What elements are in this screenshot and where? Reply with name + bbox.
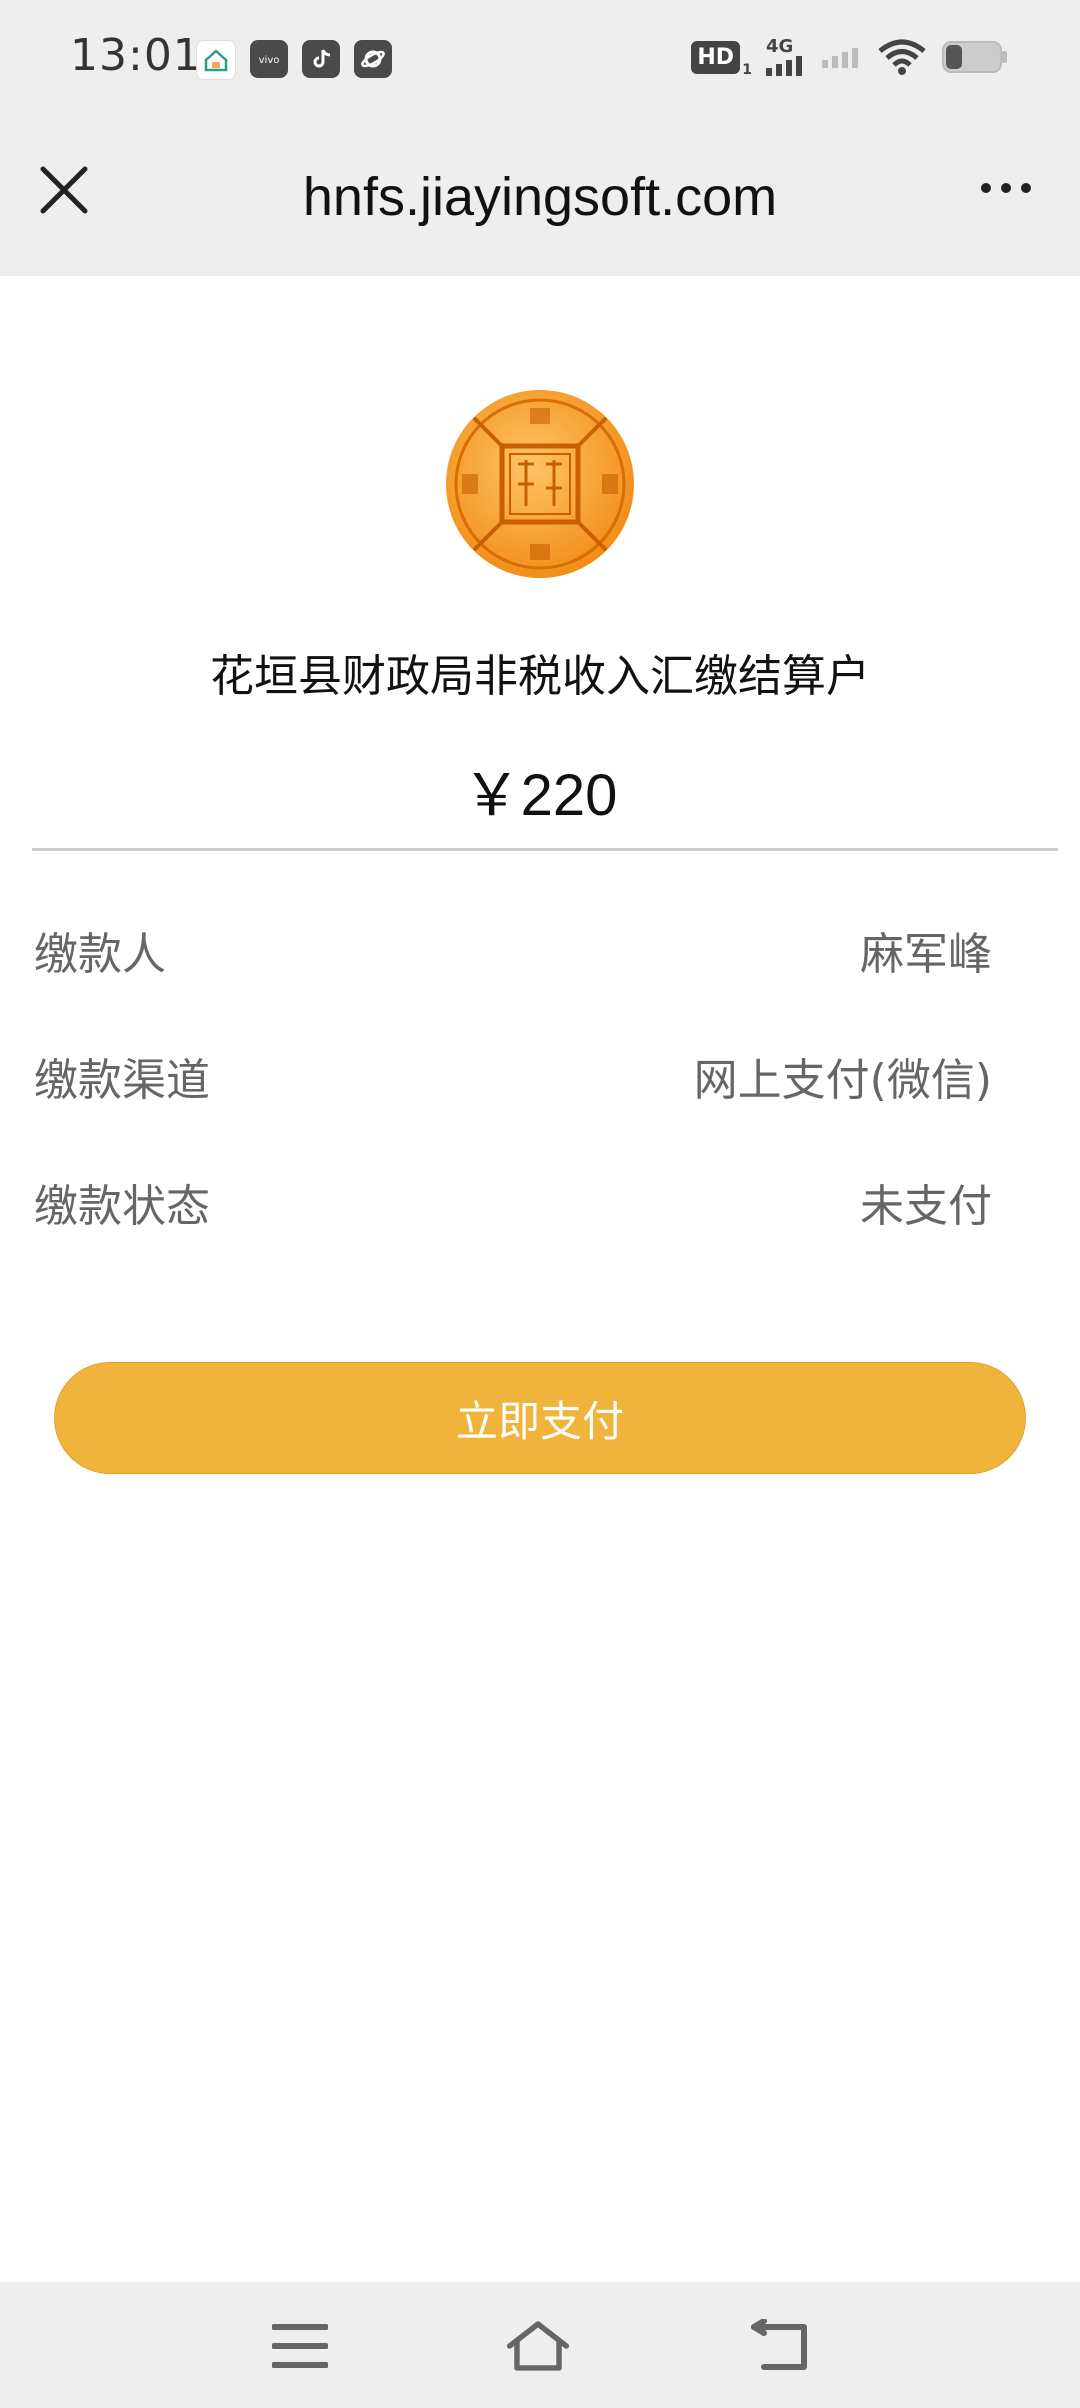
system-nav-bar <box>0 2282 1080 2408</box>
vivo-app-icon: vivo <box>250 40 288 78</box>
more-icon <box>981 183 991 193</box>
page-url: hnfs.jiayingsoft.com <box>302 167 778 227</box>
field-label: 缴款渠道 <box>34 1055 210 1106</box>
field-row-channel: 缴款渠道 网上支付(微信) <box>34 1036 992 1116</box>
menu-button[interactable] <box>268 2316 332 2376</box>
field-row-status: 缴款状态 未支付 <box>34 1162 992 1242</box>
hd-badge: HD 1 <box>691 40 752 78</box>
home-icon <box>506 2321 570 2371</box>
battery-icon <box>942 41 1007 73</box>
more-button[interactable] <box>966 168 1046 208</box>
payee-name: 花垣县财政局非税收入汇缴结算户 <box>210 651 870 702</box>
pay-now-button[interactable]: 立即支付 <box>54 1362 1026 1474</box>
status-indicators: HD 1 4G <box>691 38 1008 78</box>
status-time: 13:01 <box>70 30 202 81</box>
field-row-payer: 缴款人 麻军峰 <box>34 910 992 990</box>
home-button[interactable] <box>506 2316 570 2376</box>
svg-text:vivo: vivo <box>259 55 280 65</box>
field-value: 网上支付(微信) <box>693 1055 992 1106</box>
more-icon-dot <box>1001 183 1011 193</box>
planet-app-icon <box>354 40 392 78</box>
back-icon <box>751 2319 807 2370</box>
wifi-icon <box>878 39 926 75</box>
home-app-icon <box>196 40 236 80</box>
status-app-icons: vivo <box>196 40 392 80</box>
back-button[interactable] <box>748 2316 812 2376</box>
field-label: 缴款人 <box>34 929 166 980</box>
field-value: 未支付 <box>860 1181 992 1232</box>
signal-4g-icon: 4G <box>766 38 806 76</box>
tiktok-icon <box>302 40 340 78</box>
field-label: 缴款状态 <box>34 1181 210 1232</box>
divider <box>32 848 1058 851</box>
finance-seal-logo <box>444 388 636 580</box>
status-bar: 13:01 vivo HD 1 4G <box>0 0 1080 118</box>
field-value: 麻军峰 <box>860 929 992 980</box>
signal-icon <box>822 48 858 68</box>
payment-amount: ￥220 <box>462 763 618 828</box>
browser-title-bar: hnfs.jiayingsoft.com <box>0 118 1080 276</box>
more-icon-dot <box>1021 183 1031 193</box>
seal-icon <box>446 390 634 578</box>
menu-icon <box>272 2324 328 2368</box>
